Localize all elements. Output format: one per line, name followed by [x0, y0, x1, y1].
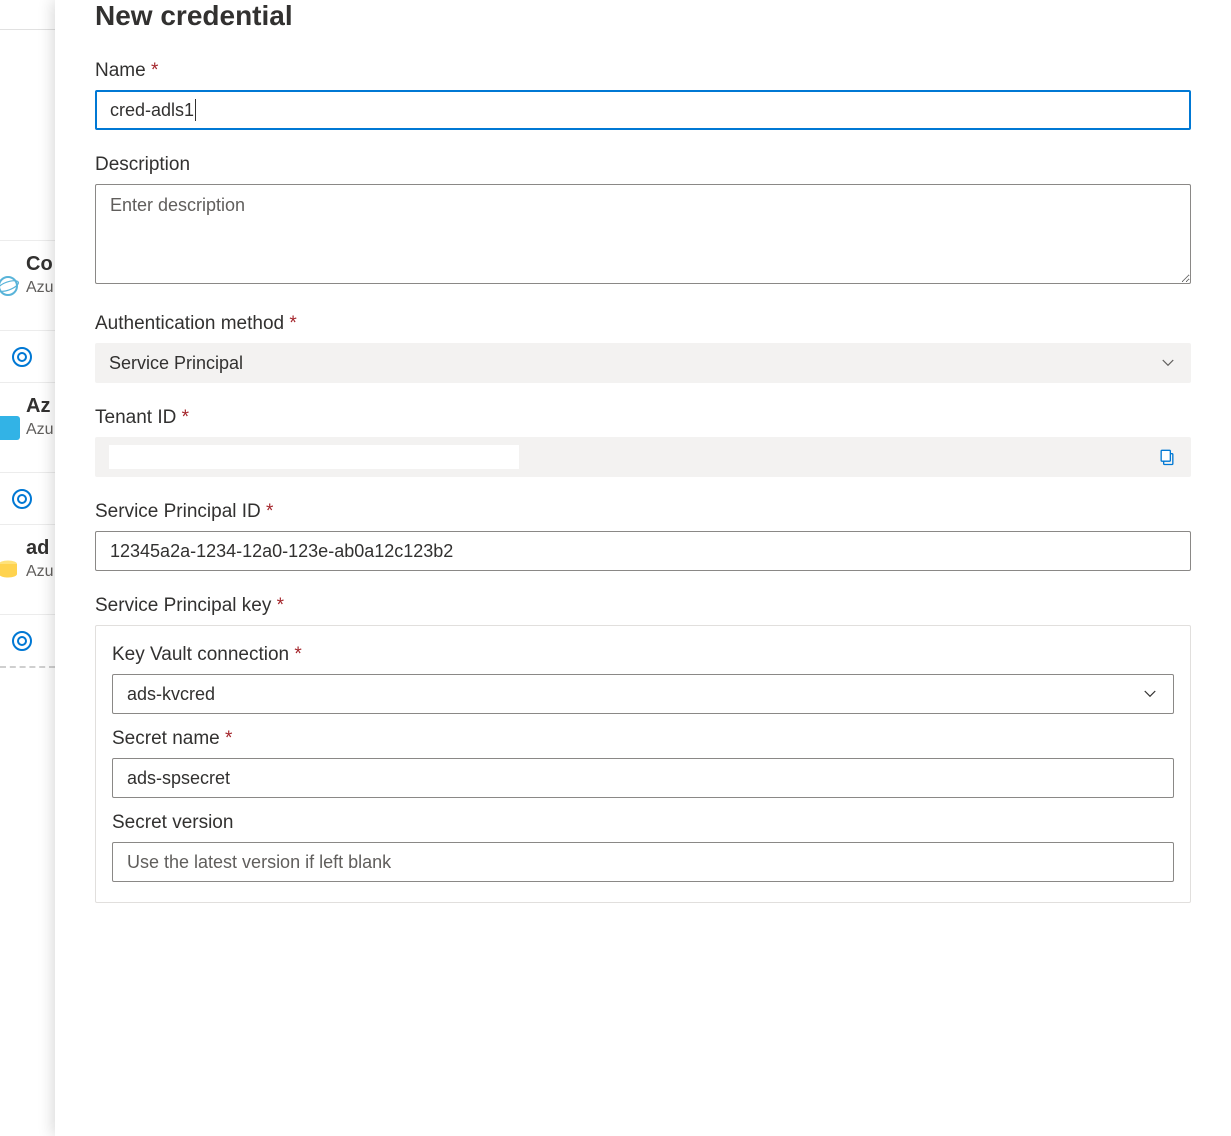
description-label: Description: [95, 154, 1191, 176]
sp-key-group: Key Vault connection ads-kvcred Secret n…: [95, 625, 1191, 903]
name-input-value: cred-adls1: [110, 100, 194, 121]
sp-id-input[interactable]: [95, 531, 1191, 571]
chevron-down-icon: [1159, 354, 1177, 372]
sp-id-label: Service Principal ID: [95, 501, 1191, 523]
auth-method-select[interactable]: Service Principal: [95, 343, 1191, 383]
bg-resource-list: Co Azu Az Azu ad Azu: [0, 120, 55, 668]
panel-title: New credential: [95, 0, 1191, 32]
cosmos-db-icon: [0, 274, 20, 298]
bg-row: ad Azu: [0, 524, 55, 614]
text-cursor: [195, 99, 196, 121]
kv-connection-select[interactable]: ads-kvcred: [112, 674, 1174, 714]
secret-name-input[interactable]: [112, 758, 1174, 798]
auth-method-label: Authentication method: [95, 313, 1191, 335]
secret-version-input[interactable]: [112, 842, 1174, 882]
secret-name-label: Secret name: [112, 728, 1174, 750]
bg-item-title: ad: [26, 537, 49, 560]
bg-item-title: Co: [26, 253, 53, 276]
bg-row: Az Azu: [0, 382, 55, 472]
bg-item-subtitle: Azu: [26, 421, 54, 439]
bg-row: [0, 614, 55, 666]
bg-dashed-divider: [0, 666, 55, 668]
description-textarea[interactable]: [95, 184, 1191, 284]
target-icon: [10, 487, 34, 511]
name-label: Name: [95, 60, 1191, 82]
copy-icon[interactable]: [1157, 447, 1177, 467]
kv-connection-value: ads-kvcred: [127, 684, 215, 705]
auth-method-value: Service Principal: [109, 353, 243, 374]
bg-row: [0, 472, 55, 524]
bg-row: [0, 120, 55, 240]
tenant-id-label: Tenant ID: [95, 407, 1191, 429]
new-credential-panel: New credential Name cred-adls1 Descripti…: [55, 0, 1231, 1136]
kv-connection-label: Key Vault connection: [112, 644, 1174, 666]
bg-row: Co Azu: [0, 240, 55, 330]
tenant-id-field: [95, 437, 1191, 477]
azure-sql-icon: [0, 416, 20, 440]
bg-item-subtitle: Azu: [26, 279, 54, 297]
storage-icon: [0, 558, 20, 582]
bg-item-subtitle: Azu: [26, 563, 54, 581]
target-icon: [10, 629, 34, 653]
bg-row: [0, 330, 55, 382]
bg-item-title: Az: [26, 395, 50, 418]
target-icon: [10, 345, 34, 369]
sp-key-label: Service Principal key: [95, 595, 1191, 617]
chevron-down-icon: [1141, 685, 1159, 703]
name-input[interactable]: cred-adls1: [95, 90, 1191, 130]
secret-version-label: Secret version: [112, 812, 1174, 834]
tenant-id-redacted: [109, 445, 519, 469]
